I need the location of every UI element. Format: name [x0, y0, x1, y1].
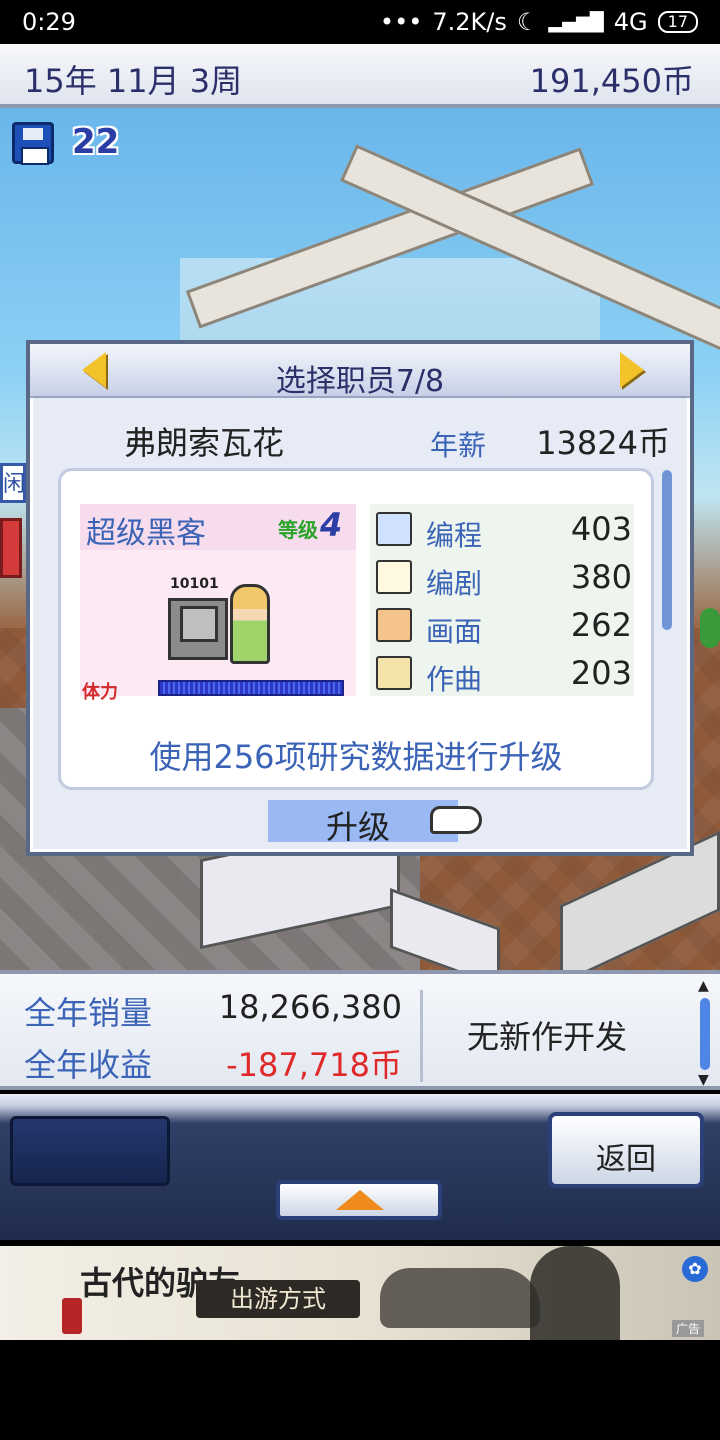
- stamina-bar: [158, 680, 344, 696]
- annual-revenue-label: 全年收益: [24, 1046, 153, 1084]
- control-bar: 返回: [0, 1094, 720, 1240]
- computer-icon: [376, 512, 412, 546]
- scroll-down-icon[interactable]: ▼: [698, 1072, 709, 1088]
- employee-avatar: [230, 584, 270, 664]
- employee-name: 弗朗索瓦花: [124, 424, 285, 462]
- battery-level: 17: [667, 12, 688, 31]
- status-time: 0:29: [22, 8, 76, 36]
- sales-panel: 全年销量 18,266,380 全年收益 -187,718币 无新作开发 ▲ ▼: [0, 970, 720, 1090]
- expand-menu-button[interactable]: [276, 1180, 442, 1220]
- back-button[interactable]: 返回: [548, 1112, 704, 1188]
- scroll-thumb[interactable]: [700, 998, 710, 1070]
- salary-value: 13824币: [536, 424, 670, 462]
- menu-slot-button[interactable]: [10, 1116, 170, 1186]
- select-employee-dialog: 选择职员7/8 弗朗索瓦花 年薪 13824币 超级黑客 等级 4 10101 …: [26, 340, 694, 856]
- status-dots: •••: [379, 8, 423, 36]
- detail-scrollbar[interactable]: [662, 470, 672, 630]
- ad-seal-icon: [62, 1298, 82, 1334]
- side-red-object: [0, 518, 22, 578]
- upgrade-description: 使用256项研究数据进行升级: [149, 738, 563, 776]
- stat-label: 画面: [426, 615, 483, 648]
- monitor-icon: [180, 606, 218, 642]
- ad-button[interactable]: 出游方式: [196, 1280, 360, 1318]
- ad-banner[interactable]: 古代的驴友 出游方式 ✿ 广告: [0, 1246, 720, 1340]
- level-label: 等级: [278, 518, 318, 542]
- status-right: ••• 7.2K/s ☾ ▂▄▆█ 4G 17: [380, 8, 698, 36]
- stat-row-programming: 编程 403: [376, 506, 632, 554]
- level-value: 4: [320, 506, 343, 544]
- next-arrow-icon[interactable]: [620, 352, 644, 388]
- upgrade-button-label: 升级: [326, 808, 391, 846]
- donkey-image: [380, 1268, 540, 1328]
- stat-row-graphics: 画面 262: [376, 602, 632, 650]
- game-date: 15年 11月 3周: [24, 62, 243, 100]
- side-sign[interactable]: 闲: [0, 463, 26, 503]
- annual-sales-value: 18,266,380: [218, 988, 402, 1026]
- pointing-hand-icon: [430, 806, 482, 834]
- game-top-bar: 15年 11月 3周 191,450币: [0, 44, 720, 108]
- stat-value: 380: [570, 558, 632, 596]
- back-button-label: 返回: [596, 1142, 656, 1177]
- status-bar: 0:29 ••• 7.2K/s ☾ ▂▄▆█ 4G 17: [0, 0, 720, 44]
- floppy-disk-icon[interactable]: [12, 122, 54, 165]
- job-title: 超级黑客: [86, 516, 206, 551]
- book-pen-icon: [376, 560, 412, 594]
- signal-bars-icon: ▂▄▆█: [548, 11, 604, 33]
- plant-icon: [700, 608, 720, 648]
- battery-icon: 17: [657, 11, 698, 33]
- save-count: 22: [72, 122, 120, 162]
- stat-row-scenario: 编剧 380: [376, 554, 632, 602]
- stat-label: 编剧: [426, 567, 483, 600]
- stamina-label: 体力: [82, 682, 118, 703]
- ad-label: 广告: [672, 1320, 705, 1337]
- stat-label: 作曲: [426, 663, 483, 696]
- chevron-up-icon: [336, 1190, 384, 1210]
- scroll-up-icon[interactable]: ▲: [698, 978, 709, 994]
- no-development-text: 无新作开发: [466, 1018, 627, 1056]
- paw-icon: ✿: [682, 1256, 708, 1282]
- annual-revenue-value: -187,718币: [226, 1046, 402, 1084]
- salary-label: 年薪: [430, 429, 487, 462]
- binary-text: 10101: [170, 576, 219, 592]
- network-type: 4G: [613, 8, 648, 36]
- stat-label: 编程: [426, 519, 483, 552]
- traveler-image: [530, 1246, 620, 1340]
- network-speed: 7.2K/s: [432, 8, 507, 36]
- dialog-title: 选择职员7/8: [275, 364, 445, 399]
- stat-value: 403: [570, 510, 632, 548]
- sales-divider: [420, 990, 423, 1082]
- stat-row-sound: 作曲 203: [376, 650, 632, 698]
- stat-value: 262: [570, 606, 632, 644]
- sales-scrollbar[interactable]: ▲ ▼: [696, 978, 714, 1088]
- annual-sales-label: 全年销量: [24, 994, 153, 1032]
- stat-value: 203: [570, 654, 632, 692]
- music-key-icon: [376, 656, 412, 690]
- game-money: 191,450币: [529, 62, 694, 100]
- moon-icon: ☾: [516, 8, 539, 36]
- palette-icon: [376, 608, 412, 642]
